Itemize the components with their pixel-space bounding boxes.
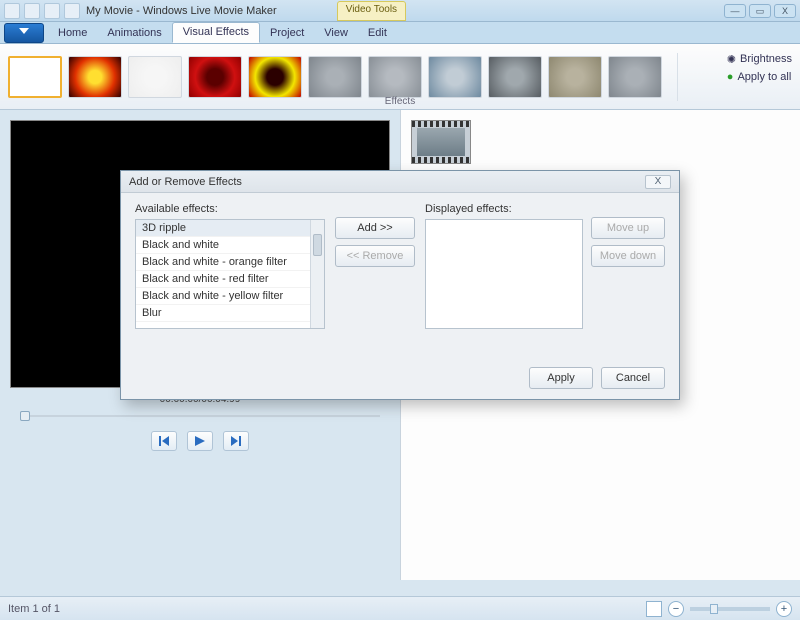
list-item[interactable]: Black and white - red filter [136,271,324,288]
close-button[interactable]: X [774,4,796,18]
effect-thumb-3[interactable] [188,56,242,98]
list-item[interactable]: Blur [136,305,324,322]
apply-all-button[interactable]: ● Apply to all [727,68,792,86]
effect-thumb-8[interactable] [488,56,542,98]
ribbon-tabs: Home Animations Visual Effects Project V… [0,22,800,44]
ribbon-section-label: Effects [385,96,415,107]
list-item[interactable]: Black and white [136,237,324,254]
list-item[interactable]: Black and white - orange filter [136,254,324,271]
effect-thumb-10[interactable] [608,56,662,98]
displayed-effects-list[interactable] [425,219,583,329]
titlebar: My Movie - Windows Live Movie Maker Vide… [0,0,800,22]
contextual-tab-label: Video Tools [337,1,406,21]
qat-dropdown-icon[interactable] [64,3,80,19]
move-down-button[interactable]: Move down [591,245,665,267]
brightness-button[interactable]: ✺ Brightness [727,50,792,68]
window-title: My Movie - Windows Live Movie Maker [86,5,277,17]
tab-animations[interactable]: Animations [97,24,171,43]
dialog-title: Add or Remove Effects [129,176,242,188]
status-bar: Item 1 of 1 − + [0,596,800,620]
ribbon-right-group: ✺ Brightness ● Apply to all [727,50,792,86]
effect-thumb-6[interactable] [368,56,422,98]
list-item[interactable]: 3D ripple [136,220,324,237]
remove-button[interactable]: << Remove [335,245,415,267]
next-frame-button[interactable] [223,431,249,451]
view-mode-icon[interactable] [646,601,662,617]
effect-thumb-9[interactable] [548,56,602,98]
effect-thumb-none[interactable] [8,56,62,98]
qat-icon[interactable] [4,3,20,19]
effect-thumb-2[interactable] [128,56,182,98]
play-button[interactable] [187,431,213,451]
effect-thumb-1[interactable] [68,56,122,98]
minimize-button[interactable]: — [724,4,746,18]
playback-controls [10,431,390,451]
tab-view[interactable]: View [314,24,358,43]
effect-thumb-4[interactable] [248,56,302,98]
seek-slider[interactable] [20,409,380,423]
list-item[interactable]: Black and white - yellow filter [136,288,324,305]
zoom-in-button[interactable]: + [776,601,792,617]
apply-button[interactable]: Apply [529,367,593,389]
add-button[interactable]: Add >> [335,217,415,239]
dialog-titlebar[interactable]: Add or Remove Effects X [121,171,679,193]
tab-home[interactable]: Home [48,24,97,43]
tab-edit[interactable]: Edit [358,24,397,43]
apply-all-icon: ● [727,71,734,83]
effect-thumb-7[interactable] [428,56,482,98]
dialog-close-button[interactable]: X [645,175,671,189]
zoom-controls: − + [646,601,792,617]
status-item-count: Item 1 of 1 [8,603,60,615]
available-effects-label: Available effects: [135,203,325,215]
zoom-slider[interactable] [690,607,770,611]
tab-visual-effects[interactable]: Visual Effects [172,22,260,43]
maximize-button[interactable]: ▭ [749,4,771,18]
window-buttons: — ▭ X [724,4,796,18]
qat-undo-icon[interactable] [24,3,40,19]
displayed-effects-label: Displayed effects: [425,203,583,215]
file-menu-button[interactable] [4,23,44,43]
scrollbar[interactable] [310,220,324,328]
tab-project[interactable]: Project [260,24,314,43]
brightness-icon: ✺ [727,53,736,66]
effect-thumb-5[interactable] [308,56,362,98]
clip-thumb[interactable] [411,120,471,164]
quick-access-toolbar [4,3,80,19]
qat-redo-icon[interactable] [44,3,60,19]
cancel-button[interactable]: Cancel [601,367,665,389]
zoom-out-button[interactable]: − [668,601,684,617]
ribbon-panel: ✺ Brightness ● Apply to all Effects [0,44,800,110]
add-remove-effects-dialog: Add or Remove Effects X Available effect… [120,170,680,400]
available-effects-list[interactable]: 3D ripple Black and white Black and whit… [135,219,325,329]
prev-frame-button[interactable] [151,431,177,451]
move-up-button[interactable]: Move up [591,217,665,239]
